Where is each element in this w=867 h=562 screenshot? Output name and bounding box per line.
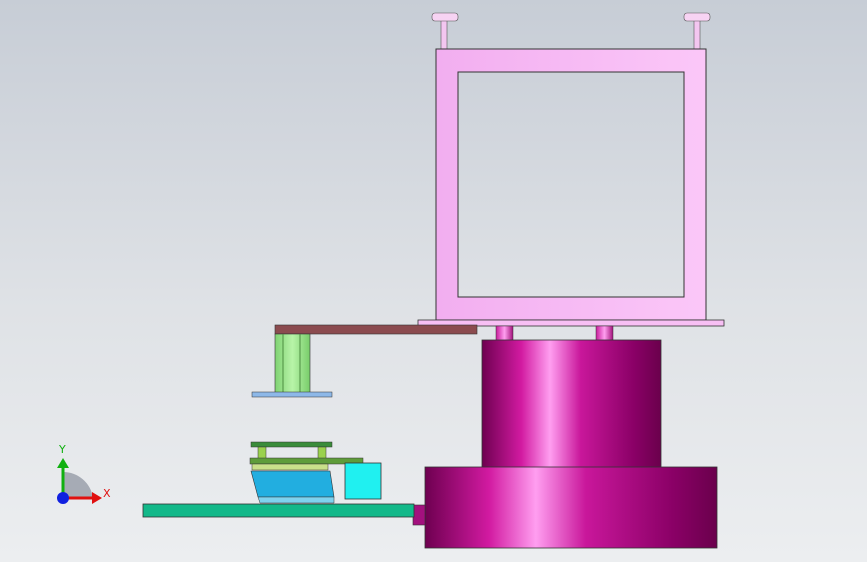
- fixture-wedge-block: [250, 470, 335, 498]
- frame-pin-right: [693, 18, 701, 50]
- fixture-post-left: [257, 446, 267, 460]
- cad-model-view[interactable]: [0, 0, 867, 562]
- pedestal-peg-left: [495, 325, 514, 342]
- square-frame: [435, 48, 707, 321]
- z-axis-dot: [57, 492, 69, 504]
- bracket-column: [274, 333, 311, 394]
- bracket-foot-plate: [251, 391, 333, 398]
- pedestal-side-stub: [412, 504, 426, 526]
- base-plate[interactable]: [142, 503, 415, 518]
- pedestal-upper-cylinder: [481, 339, 662, 469]
- fixture-lower-plate: [251, 463, 329, 471]
- cyan-cube: [344, 462, 382, 500]
- x-axis-label: X: [103, 487, 111, 500]
- top-frame[interactable]: [417, 12, 725, 327]
- rotary-pedestal[interactable]: [412, 325, 718, 549]
- coordinate-triad: [57, 458, 102, 504]
- y-axis-label: Y: [59, 443, 66, 456]
- pedestal-peg-right: [595, 325, 614, 342]
- bracket-beam: [274, 324, 478, 335]
- bracket-arm[interactable]: [251, 324, 478, 398]
- frame-pin-left: [440, 18, 448, 50]
- frame-pin-right-cap: [683, 12, 711, 22]
- fixture-top-plate: [250, 441, 333, 448]
- lower-fixture[interactable]: [249, 441, 382, 504]
- fixture-post-right: [317, 446, 327, 460]
- pedestal-lower-cylinder: [424, 466, 718, 549]
- frame-pin-left-cap: [431, 12, 459, 22]
